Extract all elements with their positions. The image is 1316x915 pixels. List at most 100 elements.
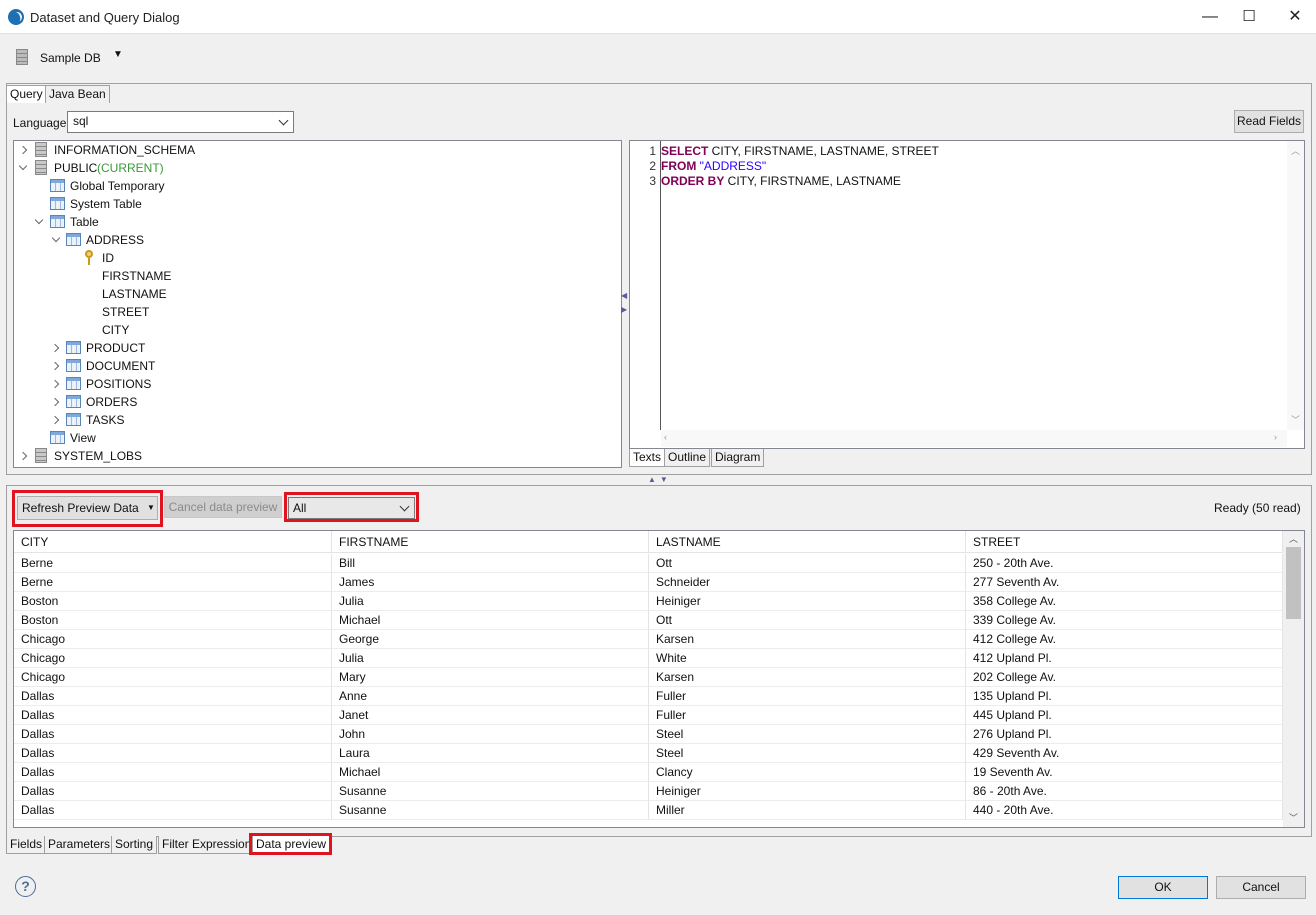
table-cell[interactable]: 412 College Av. — [966, 630, 1283, 649]
table-cell[interactable]: Dallas — [14, 782, 332, 801]
table-cell[interactable]: Karsen — [649, 668, 966, 687]
table-cell[interactable]: Ott — [649, 611, 966, 630]
datasource-dropdown-icon[interactable]: ▼ — [113, 49, 123, 60]
splitter-arrows-icon[interactable]: ▲▼ — [648, 475, 672, 484]
tree-item-information-schema[interactable]: INFORMATION_SCHEMA — [14, 141, 314, 159]
expand-icon[interactable] — [50, 397, 60, 407]
table-cell[interactable]: Fuller — [649, 687, 966, 706]
table-cell[interactable]: 86 - 20th Ave. — [966, 782, 1283, 801]
table-cell[interactable]: Boston — [14, 592, 332, 611]
tree-item-field-lastname[interactable]: LASTNAME — [102, 285, 167, 303]
table-cell[interactable]: Berne — [14, 554, 332, 573]
table-cell[interactable]: Dallas — [14, 763, 332, 782]
table-cell[interactable]: Anne — [332, 687, 649, 706]
column-header-city[interactable]: CITY — [14, 531, 332, 553]
tree-item-global-temporary[interactable]: Global Temporary — [14, 177, 314, 195]
tab-fields[interactable]: Fields — [6, 836, 47, 854]
collapse-icon[interactable] — [34, 215, 44, 225]
tree-item-tasks[interactable]: TASKS — [14, 411, 314, 429]
tab-parameters[interactable]: Parameters — [44, 836, 115, 854]
table-cell[interactable]: Julia — [332, 649, 649, 668]
table-cell[interactable]: Susanne — [332, 801, 649, 820]
table-cell[interactable]: 429 Seventh Av. — [966, 744, 1283, 763]
column-header-lastname[interactable]: LASTNAME — [649, 531, 966, 553]
table-cell[interactable]: James — [332, 573, 649, 592]
table-cell[interactable]: Dallas — [14, 687, 332, 706]
scroll-down-icon[interactable]: ﹀ — [1289, 811, 1298, 824]
help-icon[interactable]: ? — [15, 876, 36, 897]
table-cell[interactable]: White — [649, 649, 966, 668]
table-cell[interactable]: 440 - 20th Ave. — [966, 801, 1283, 820]
table-cell[interactable]: George — [332, 630, 649, 649]
table-cell[interactable]: Steel — [649, 744, 966, 763]
table-cell[interactable]: Michael — [332, 763, 649, 782]
tab-java-bean[interactable]: Java Bean — [45, 85, 110, 103]
table-cell[interactable]: Heiniger — [649, 592, 966, 611]
tab-texts[interactable]: Texts — [629, 449, 666, 467]
table-cell[interactable]: Boston — [14, 611, 332, 630]
column-header-street[interactable]: STREET — [966, 531, 1283, 553]
scroll-right-icon[interactable]: › — [1274, 432, 1277, 442]
scrollbar-thumb[interactable] — [1286, 547, 1301, 619]
table-cell[interactable]: Ott — [649, 554, 966, 573]
table-cell[interactable]: 135 Upland Pl. — [966, 687, 1283, 706]
table-cell[interactable]: Janet — [332, 706, 649, 725]
table-cell[interactable]: 19 Seventh Av. — [966, 763, 1283, 782]
table-cell[interactable]: Dallas — [14, 706, 332, 725]
tree-item-system-table[interactable]: System Table — [14, 195, 314, 213]
table-cell[interactable]: Dallas — [14, 725, 332, 744]
column-header-firstname[interactable]: FIRSTNAME — [332, 531, 649, 553]
tree-item-view[interactable]: View — [14, 429, 314, 447]
language-select[interactable]: sql — [67, 111, 294, 133]
table-cell[interactable]: Susanne — [332, 782, 649, 801]
tree-item-table[interactable]: Table — [14, 213, 314, 231]
scroll-up-icon[interactable]: ︿ — [1291, 144, 1300, 157]
table-cell[interactable]: Miller — [649, 801, 966, 820]
tree-item-document[interactable]: DOCUMENT — [14, 357, 314, 375]
table-cell[interactable]: 445 Upland Pl. — [966, 706, 1283, 725]
datasource-selector[interactable]: Sample DB — [40, 51, 101, 65]
table-cell[interactable]: Mary — [332, 668, 649, 687]
table-cell[interactable]: Steel — [649, 725, 966, 744]
collapse-icon[interactable] — [51, 233, 61, 243]
table-cell[interactable]: 277 Seventh Av. — [966, 573, 1283, 592]
tab-query[interactable]: Query — [6, 85, 47, 103]
tab-filter-expression[interactable]: Filter Expression — [158, 836, 256, 854]
tree-item-field-city[interactable]: CITY — [102, 321, 129, 339]
expand-icon[interactable] — [18, 451, 28, 461]
tree-item-positions[interactable]: POSITIONS — [14, 375, 314, 393]
table-cell[interactable]: Chicago — [14, 649, 332, 668]
table-cell[interactable]: Clancy — [649, 763, 966, 782]
editor-vertical-scrollbar[interactable]: ︿ ﹀ — [1287, 141, 1304, 430]
tree-item-product[interactable]: PRODUCT — [14, 339, 314, 357]
tab-sorting[interactable]: Sorting — [111, 836, 158, 854]
table-cell[interactable]: Bill — [332, 554, 649, 573]
table-cell[interactable]: 412 Upland Pl. — [966, 649, 1283, 668]
expand-icon[interactable] — [18, 145, 28, 155]
table-cell[interactable]: Dallas — [14, 801, 332, 820]
collapse-right-icon[interactable]: ▶ — [621, 305, 627, 314]
tree-item-orders[interactable]: ORDERS — [14, 393, 314, 411]
expand-icon[interactable] — [50, 343, 60, 353]
table-cell[interactable]: Laura — [332, 744, 649, 763]
cancel-preview-button[interactable]: Cancel data preview — [164, 496, 282, 518]
collapse-left-icon[interactable]: ◀ — [621, 291, 627, 300]
maximize-button[interactable]: ☐ — [1226, 0, 1272, 34]
tree-item-field-firstname[interactable]: FIRSTNAME — [102, 267, 171, 285]
table-cell[interactable]: 276 Upland Pl. — [966, 725, 1283, 744]
table-cell[interactable]: Karsen — [649, 630, 966, 649]
table-cell[interactable]: Fuller — [649, 706, 966, 725]
preview-grid[interactable]: CITY FIRSTNAME LASTNAME STREET Berne Bill… — [13, 530, 1305, 828]
expand-icon[interactable] — [50, 379, 60, 389]
table-cell[interactable]: Dallas — [14, 744, 332, 763]
table-cell[interactable]: John — [332, 725, 649, 744]
table-cell[interactable]: Chicago — [14, 668, 332, 687]
scroll-up-icon[interactable]: ︿ — [1289, 532, 1298, 545]
tab-diagram[interactable]: Diagram — [711, 449, 765, 467]
table-cell[interactable]: Schneider — [649, 573, 966, 592]
table-cell[interactable]: Chicago — [14, 630, 332, 649]
schema-tree[interactable]: INFORMATION_SCHEMA PUBLIC (CURRENT) Glob… — [13, 140, 622, 468]
table-cell[interactable]: 358 College Av. — [966, 592, 1283, 611]
scroll-down-icon[interactable]: ﹀ — [1291, 413, 1300, 426]
scroll-left-icon[interactable]: ‹ — [664, 432, 667, 442]
